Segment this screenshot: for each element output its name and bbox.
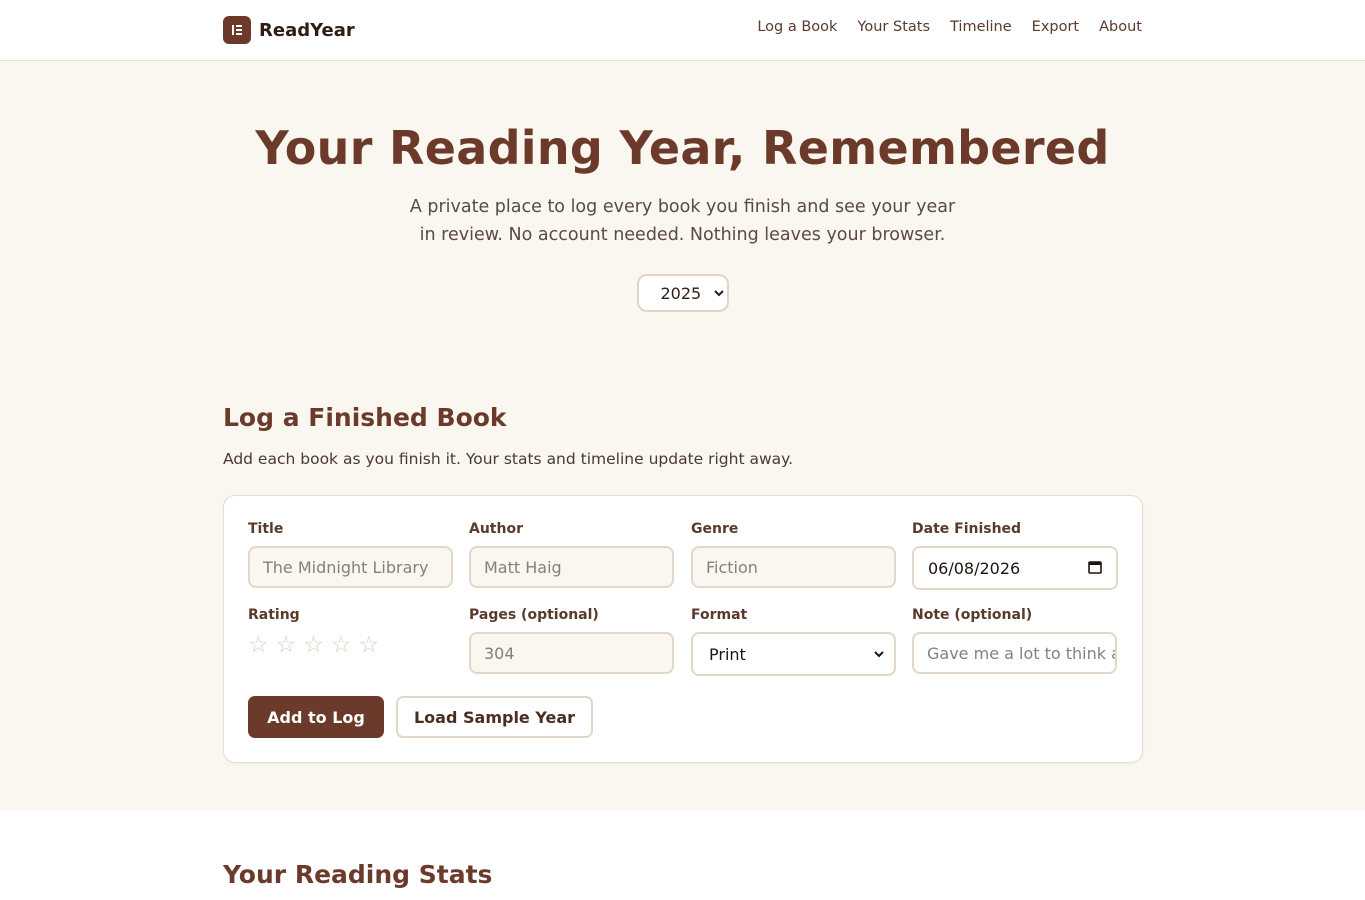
chevron-down-icon <box>873 645 885 664</box>
note-input[interactable] <box>912 632 1117 674</box>
date-finished-input[interactable]: 06/08/2026 <box>912 546 1118 590</box>
pages-input[interactable] <box>469 632 674 674</box>
hero-title: Your Reading Year, Remembered <box>255 121 1110 175</box>
year-select[interactable]: 2025 <box>636 274 729 312</box>
log-book-form-card: Title Author Genre Date Finished 06/08/2… <box>223 495 1143 763</box>
note-label: Note (optional) <box>912 607 1033 623</box>
genre-label: Genre <box>691 521 739 537</box>
nav-link-log-a-book[interactable]: Log a Book <box>757 19 837 35</box>
log-section-title: Log a Finished Book <box>223 403 507 432</box>
rating-label: Rating <box>248 607 300 623</box>
rating-field-group: Rating ☆ ☆ ☆ ☆ ☆ <box>248 607 379 657</box>
rating-stars: ☆ ☆ ☆ ☆ ☆ <box>248 633 379 657</box>
note-field-group: Note (optional) <box>912 607 1117 674</box>
star-icon[interactable]: ☆ <box>248 633 269 657</box>
format-label: Format <box>691 607 748 623</box>
date-field-group: Date Finished 06/08/2026 <box>912 521 1118 590</box>
date-finished-label: Date Finished <box>912 521 1022 537</box>
star-icon[interactable]: ☆ <box>331 633 352 657</box>
format-value: Print <box>709 644 746 664</box>
log-section: Log a Finished Book Add each book as you… <box>0 403 1365 763</box>
nav-link-export[interactable]: Export <box>1032 19 1079 35</box>
title-field-group: Title <box>248 521 453 588</box>
brand-name: ReadYear <box>259 19 355 41</box>
calendar-icon[interactable] <box>1088 559 1102 578</box>
main-nav: Log a Book Your Stats Timeline Export Ab… <box>757 19 1142 35</box>
stats-section-title: Your Reading Stats <box>223 860 493 889</box>
genre-input[interactable] <box>691 546 896 588</box>
nav-link-your-stats[interactable]: Your Stats <box>857 19 930 35</box>
star-icon[interactable]: ☆ <box>276 633 297 657</box>
format-select[interactable]: Print <box>691 632 896 676</box>
book-icon <box>223 16 251 44</box>
load-sample-year-button[interactable]: Load Sample Year <box>396 696 593 738</box>
log-section-subtitle: Add each book as you finish it. Your sta… <box>223 450 794 468</box>
star-icon[interactable]: ☆ <box>359 633 380 657</box>
author-field-group: Author <box>469 521 674 588</box>
hero-subtitle: A private place to log every book you fi… <box>409 197 956 245</box>
author-label: Author <box>469 521 523 537</box>
format-field-group: Format Print <box>691 607 896 676</box>
author-input[interactable] <box>469 546 674 588</box>
title-label: Title <box>248 521 284 537</box>
stats-section <box>0 810 1365 900</box>
pages-label: Pages (optional) <box>469 607 599 623</box>
hero-section: Your Reading Year, Remembered A private … <box>0 121 1365 312</box>
date-finished-value: 06/08/2026 <box>928 558 1021 578</box>
genre-field-group: Genre <box>691 521 896 588</box>
pages-field-group: Pages (optional) <box>469 607 674 674</box>
top-navigation-bar: ReadYear Log a Book Your Stats Timeline … <box>0 0 1365 61</box>
star-icon[interactable]: ☆ <box>303 633 324 657</box>
nav-link-timeline[interactable]: Timeline <box>950 19 1012 35</box>
nav-link-about[interactable]: About <box>1099 19 1142 35</box>
title-input[interactable] <box>248 546 453 588</box>
add-to-log-button[interactable]: Add to Log <box>248 696 384 738</box>
brand[interactable]: ReadYear <box>223 16 355 44</box>
